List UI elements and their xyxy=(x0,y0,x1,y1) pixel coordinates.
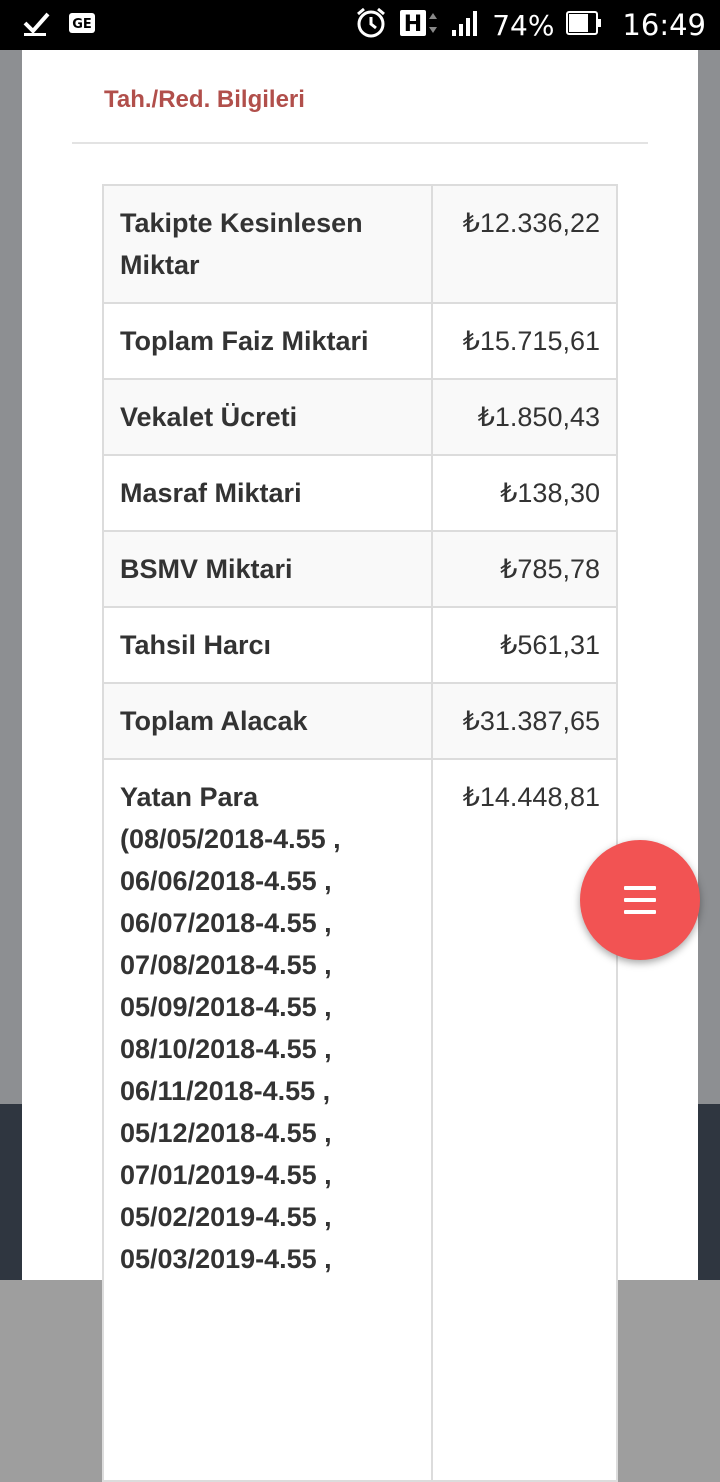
battery-icon xyxy=(566,10,602,41)
section-divider xyxy=(72,142,648,144)
row-value: ₺15.715,61 xyxy=(431,302,618,380)
row-label: Tahsil Harcı xyxy=(102,606,433,684)
row-value: ₺12.336,22 xyxy=(431,184,618,304)
row-label: Toplam Faiz Miktari xyxy=(102,302,433,380)
clock: 16:49 xyxy=(622,8,706,42)
row-value: ₺138,30 xyxy=(431,454,618,532)
status-bar: GE H 74% 16:49 xyxy=(0,0,720,50)
row-label: Takipte Kesinlesen Miktar xyxy=(102,184,433,304)
table-row: Tahsil Harcı ₺561,31 xyxy=(102,606,618,684)
table-row: Toplam Faiz Miktari ₺15.715,61 xyxy=(102,302,618,380)
menu-icon xyxy=(624,886,656,914)
row-value: ₺1.850,43 xyxy=(431,378,618,456)
signal-icon xyxy=(450,8,480,43)
row-label: BSMV Miktari xyxy=(102,530,433,608)
row-label: Yatan Para (08/05/2018-4.55 , 06/06/2018… xyxy=(102,758,433,1482)
row-value: ₺561,31 xyxy=(431,606,618,684)
row-value: ₺785,78 xyxy=(431,530,618,608)
section-title: Tah./Red. Bilgileri xyxy=(104,86,305,113)
table-row: BSMV Miktari ₺785,78 xyxy=(102,530,618,608)
alarm-icon xyxy=(354,6,388,45)
collection-info-table: Takipte Kesinlesen Miktar ₺12.336,22 Top… xyxy=(102,184,618,1482)
row-label: Vekalet Ücreti xyxy=(102,378,433,456)
battery-percent: 74% xyxy=(492,8,555,42)
svg-text:GE: GE xyxy=(72,17,92,32)
svg-text:H: H xyxy=(404,12,422,37)
network-type-icon: H xyxy=(400,8,438,43)
check-icon xyxy=(22,9,50,42)
table-row: Toplam Alacak ₺31.387,65 xyxy=(102,682,618,760)
row-label: Toplam Alacak xyxy=(102,682,433,760)
row-label: Masraf Miktari xyxy=(102,454,433,532)
row-value: ₺31.387,65 xyxy=(431,682,618,760)
table-row: Masraf Miktari ₺138,30 xyxy=(102,454,618,532)
ge-icon: GE xyxy=(68,11,96,40)
table-row: Yatan Para (08/05/2018-4.55 , 06/06/2018… xyxy=(102,758,618,1482)
table-row: Takipte Kesinlesen Miktar ₺12.336,22 xyxy=(102,184,618,304)
table-row: Vekalet Ücreti ₺1.850,43 xyxy=(102,378,618,456)
menu-fab-button[interactable] xyxy=(580,840,700,960)
